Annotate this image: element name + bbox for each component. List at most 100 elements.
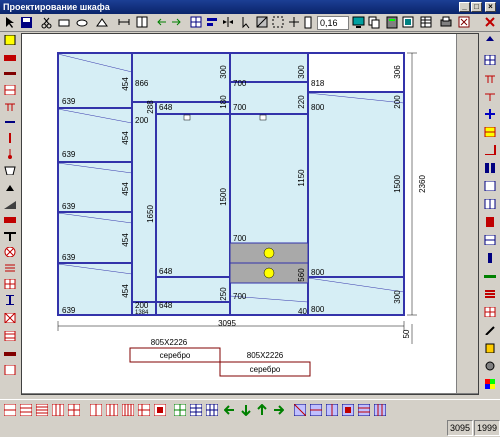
dark-shelf-icon[interactable]	[4, 349, 16, 359]
hanger-right-icon[interactable]	[484, 73, 496, 83]
shelf-layout-icon[interactable]	[4, 404, 16, 416]
pattern-4-icon[interactable]	[342, 404, 354, 416]
corner-shelf-icon[interactable]	[4, 215, 16, 225]
circle-x-icon[interactable]	[4, 247, 16, 257]
double-panel-icon[interactable]	[484, 163, 496, 173]
box-icon[interactable]	[4, 365, 16, 375]
frame-split-icon[interactable]	[484, 199, 496, 209]
grid-green-icon[interactable]	[174, 404, 186, 416]
monitor-icon[interactable]	[352, 16, 365, 29]
pencil-icon[interactable]	[484, 325, 496, 335]
arrow-up-icon[interactable]	[484, 35, 496, 45]
move-down-icon[interactable]	[240, 404, 252, 416]
ellipse-tool-icon[interactable]	[76, 16, 89, 29]
delete-icon[interactable]	[484, 16, 497, 29]
layout-icon[interactable]	[136, 16, 149, 29]
box-lines-icon[interactable]	[4, 331, 16, 341]
select-area-icon[interactable]	[272, 16, 285, 29]
gear-icon[interactable]	[484, 361, 496, 371]
stack-icon[interactable]	[484, 289, 496, 299]
paint-icon[interactable]	[484, 343, 496, 353]
arrow-left-icon[interactable]	[156, 16, 169, 29]
save-icon[interactable]	[20, 16, 33, 29]
grid-red-icon[interactable]	[4, 279, 16, 289]
green-bar-icon[interactable]	[484, 271, 496, 281]
calculator-icon[interactable]	[386, 16, 399, 29]
grid-icon[interactable]	[190, 16, 203, 29]
shape-tool-icon[interactable]	[96, 16, 109, 29]
red-block-icon[interactable]	[484, 217, 496, 227]
grid-blue-2-icon[interactable]	[190, 404, 202, 416]
hatch-icon[interactable]	[256, 16, 269, 29]
dim-label: 700	[233, 292, 247, 301]
pattern-6-icon[interactable]	[374, 404, 386, 416]
shelf-layout-3-icon[interactable]	[36, 404, 48, 416]
table-icon[interactable]	[420, 16, 433, 29]
pointer-alt-icon[interactable]	[240, 16, 253, 29]
dimension-icon[interactable]	[118, 16, 131, 29]
drawing-canvas[interactable]: 3095 2360 50 639 454 639 454 639 454 639…	[22, 34, 456, 393]
copy-icon[interactable]	[368, 16, 381, 29]
maximize-button[interactable]: □	[471, 2, 482, 12]
move-left-icon[interactable]	[224, 404, 236, 416]
drawer-icon[interactable]	[4, 85, 16, 95]
zoom-field[interactable]: 0,16	[317, 16, 349, 30]
wedge-icon[interactable]	[4, 199, 16, 209]
cross-blue-icon[interactable]	[484, 109, 496, 119]
t-bar-icon[interactable]	[4, 231, 16, 241]
basket-icon[interactable]	[4, 165, 16, 175]
grid-blue-3-icon[interactable]	[206, 404, 218, 416]
pattern-3-icon[interactable]	[326, 404, 338, 416]
column-layout-icon[interactable]	[90, 404, 102, 416]
frame-grid-icon[interactable]	[484, 235, 496, 245]
dim-label: 800	[311, 103, 325, 112]
shelf-layout-4-icon[interactable]	[52, 404, 64, 416]
vertical-scrollbar[interactable]	[457, 34, 478, 393]
close-button[interactable]: ×	[485, 2, 496, 12]
box-cross-icon[interactable]	[4, 313, 16, 323]
column-layout-3-icon[interactable]	[122, 404, 134, 416]
grid-blue-icon[interactable]	[484, 55, 496, 65]
column-layout-4-icon[interactable]	[138, 404, 150, 416]
shelf-layout-2-icon[interactable]	[20, 404, 32, 416]
panel-icon[interactable]	[302, 16, 315, 29]
frame-icon[interactable]	[484, 181, 496, 191]
corner-icon[interactable]	[484, 145, 496, 155]
preview-icon[interactable]	[402, 16, 415, 29]
dim-label: 300	[219, 65, 228, 79]
grid-red-right-icon[interactable]	[484, 307, 496, 317]
i-beam-icon[interactable]	[4, 295, 16, 305]
hanger-icon[interactable]	[4, 101, 16, 111]
minimize-button[interactable]: _	[459, 2, 470, 12]
settings-icon[interactable]	[458, 16, 471, 29]
rod-icon[interactable]	[4, 149, 16, 159]
shelf-red-icon[interactable]	[4, 53, 16, 63]
column-layout-5-icon[interactable]	[154, 404, 166, 416]
move-up-icon[interactable]	[256, 404, 268, 416]
move-right-icon[interactable]	[272, 404, 284, 416]
color-palette-icon[interactable]	[484, 379, 496, 389]
yellow-square-icon[interactable]	[4, 35, 16, 45]
title-bar: Проектирование шкафа _ □ ×	[0, 0, 500, 14]
align-icon[interactable]	[206, 16, 219, 29]
shoe-rack-icon[interactable]	[4, 263, 16, 273]
pattern-icon[interactable]	[294, 404, 306, 416]
pattern-2-icon[interactable]	[310, 404, 322, 416]
rect-tool-icon[interactable]	[58, 16, 71, 29]
lamp-icon[interactable]	[4, 183, 16, 193]
mirror-icon[interactable]	[222, 16, 235, 29]
pattern-5-icon[interactable]	[358, 404, 370, 416]
cut-icon[interactable]	[40, 16, 53, 29]
print-icon[interactable]	[440, 16, 453, 29]
split-icon[interactable]	[484, 127, 496, 137]
rail-icon[interactable]	[4, 69, 16, 79]
column-layout-2-icon[interactable]	[106, 404, 118, 416]
column-icon[interactable]	[484, 253, 496, 263]
vertical-divider-icon[interactable]	[4, 133, 16, 143]
arrow-right-icon[interactable]	[170, 16, 183, 29]
join-icon[interactable]	[288, 16, 301, 29]
shelf-layout-5-icon[interactable]	[68, 404, 80, 416]
bar-icon[interactable]	[4, 117, 16, 127]
pointer-icon[interactable]	[4, 16, 17, 29]
rail-right-icon[interactable]	[484, 91, 496, 101]
